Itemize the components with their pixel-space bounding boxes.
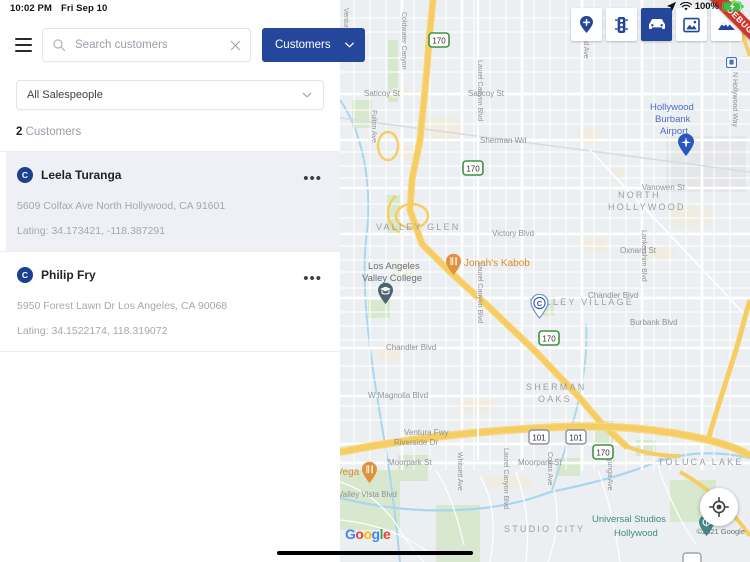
highway-shield: 101 (565, 429, 587, 450)
list-item[interactable]: C Philip Fry ••• 5950 Forest Lawn Dr Los… (0, 252, 340, 352)
search-field-container[interactable] (42, 28, 251, 62)
restaurant-marker[interactable] (445, 253, 462, 281)
customer-header: C Philip Fry ••• (17, 263, 324, 287)
customer-list: C Leela Turanga ••• 5609 Colfax Ave Nort… (0, 152, 340, 562)
college-marker[interactable] (377, 282, 394, 310)
image-icon (683, 17, 700, 32)
my-location-button[interactable] (700, 488, 738, 526)
svg-text:C: C (537, 299, 543, 308)
highway-shield: 170 (538, 330, 560, 351)
more-options-icon[interactable]: ••• (301, 271, 324, 287)
restaurant-marker[interactable] (361, 461, 378, 489)
traffic-light-icon (615, 16, 628, 33)
list-item[interactable]: C Leela Turanga ••• 5609 Colfax Ave Nort… (0, 152, 340, 252)
customer-count-number: 2 (16, 126, 23, 138)
svg-text:170: 170 (466, 165, 480, 174)
map-toolbar (571, 8, 742, 41)
svg-text:170: 170 (596, 449, 610, 458)
close-icon[interactable] (229, 39, 242, 52)
mountain-icon (718, 20, 735, 30)
car-icon (648, 19, 665, 29)
highway-shield: 101 (528, 429, 550, 450)
svg-text:101: 101 (532, 434, 546, 443)
search-icon (53, 39, 66, 52)
customer-pin-icon[interactable]: C (530, 293, 549, 324)
search-input[interactable] (66, 39, 229, 51)
customer-latlng: Lating: 34.173421, -118.387291 (17, 225, 166, 237)
terrain-button[interactable] (711, 8, 742, 41)
vehicles-button[interactable] (641, 8, 672, 41)
transit-marker[interactable] (725, 55, 738, 73)
chevron-down-icon (302, 92, 312, 98)
map-view[interactable]: NORTH HOLLYWOOD VALLEY GLEN SHERMAN OAKS… (340, 0, 750, 562)
traffic-button[interactable] (606, 8, 637, 41)
customers-mode-button[interactable]: Customers (262, 28, 365, 62)
customer-name: Leela Turanga (41, 168, 122, 182)
customers-panel: 10:02 PM Fri Sep 10 Customers (0, 0, 365, 562)
map-canvas (340, 0, 750, 562)
map-attribution: ©2021 Google (696, 527, 745, 536)
customer-count: 2 Customers (0, 110, 340, 152)
more-options-icon[interactable]: ••• (301, 171, 324, 187)
svg-text:170: 170 (432, 37, 446, 46)
home-indicator (277, 551, 473, 555)
svg-text:101: 101 (569, 434, 583, 443)
chevron-down-icon (344, 42, 354, 48)
salesperson-filter-select[interactable]: All Salespeople (16, 80, 324, 110)
location-arrow-icon (666, 1, 676, 12)
status-time: 10:02 PM (10, 2, 52, 14)
highway-shield: 170 (592, 444, 614, 465)
google-logo: Google (345, 526, 391, 542)
avatar: C (17, 267, 33, 283)
customer-count-label: Customers (25, 126, 82, 138)
add-location-button[interactable] (571, 8, 602, 41)
battery-charging-icon (722, 1, 744, 12)
status-bar: 10:02 PM Fri Sep 10 (0, 0, 340, 16)
highway-shield (682, 552, 702, 562)
map-pin-plus-icon (580, 15, 593, 33)
customer-latlng: Lating: 34.1522174, 118.319072 (17, 325, 168, 337)
hamburger-menu-icon[interactable] (10, 32, 36, 58)
wifi-icon (679, 1, 692, 11)
status-bar-right: 100% (666, 1, 744, 12)
highway-shield: 170 (428, 32, 450, 53)
customers-mode-label: Customers (275, 39, 331, 51)
salesperson-filter-label: All Salespeople (27, 89, 103, 101)
customer-address: 5950 Forest Lawn Dr Los Angeles, CA 9006… (17, 300, 228, 312)
photos-button[interactable] (676, 8, 707, 41)
salesperson-filter-row: All Salespeople (0, 68, 340, 110)
customer-address: 5609 Colfax Ave North Hollywood, CA 9160… (17, 200, 226, 212)
status-date: Fri Sep 10 (61, 2, 108, 14)
customer-header: C Leela Turanga ••• (17, 163, 324, 187)
svg-text:170: 170 (542, 335, 556, 344)
avatar: C (17, 167, 33, 183)
search-row: Customers (0, 16, 365, 68)
customer-name: Philip Fry (41, 268, 96, 282)
highway-shield: 170 (462, 160, 484, 181)
my-location-icon (709, 497, 729, 517)
airport-marker[interactable] (677, 133, 695, 162)
battery-percent: 100% (694, 1, 719, 12)
app-root: 10:02 PM Fri Sep 10 Customers (0, 0, 750, 562)
